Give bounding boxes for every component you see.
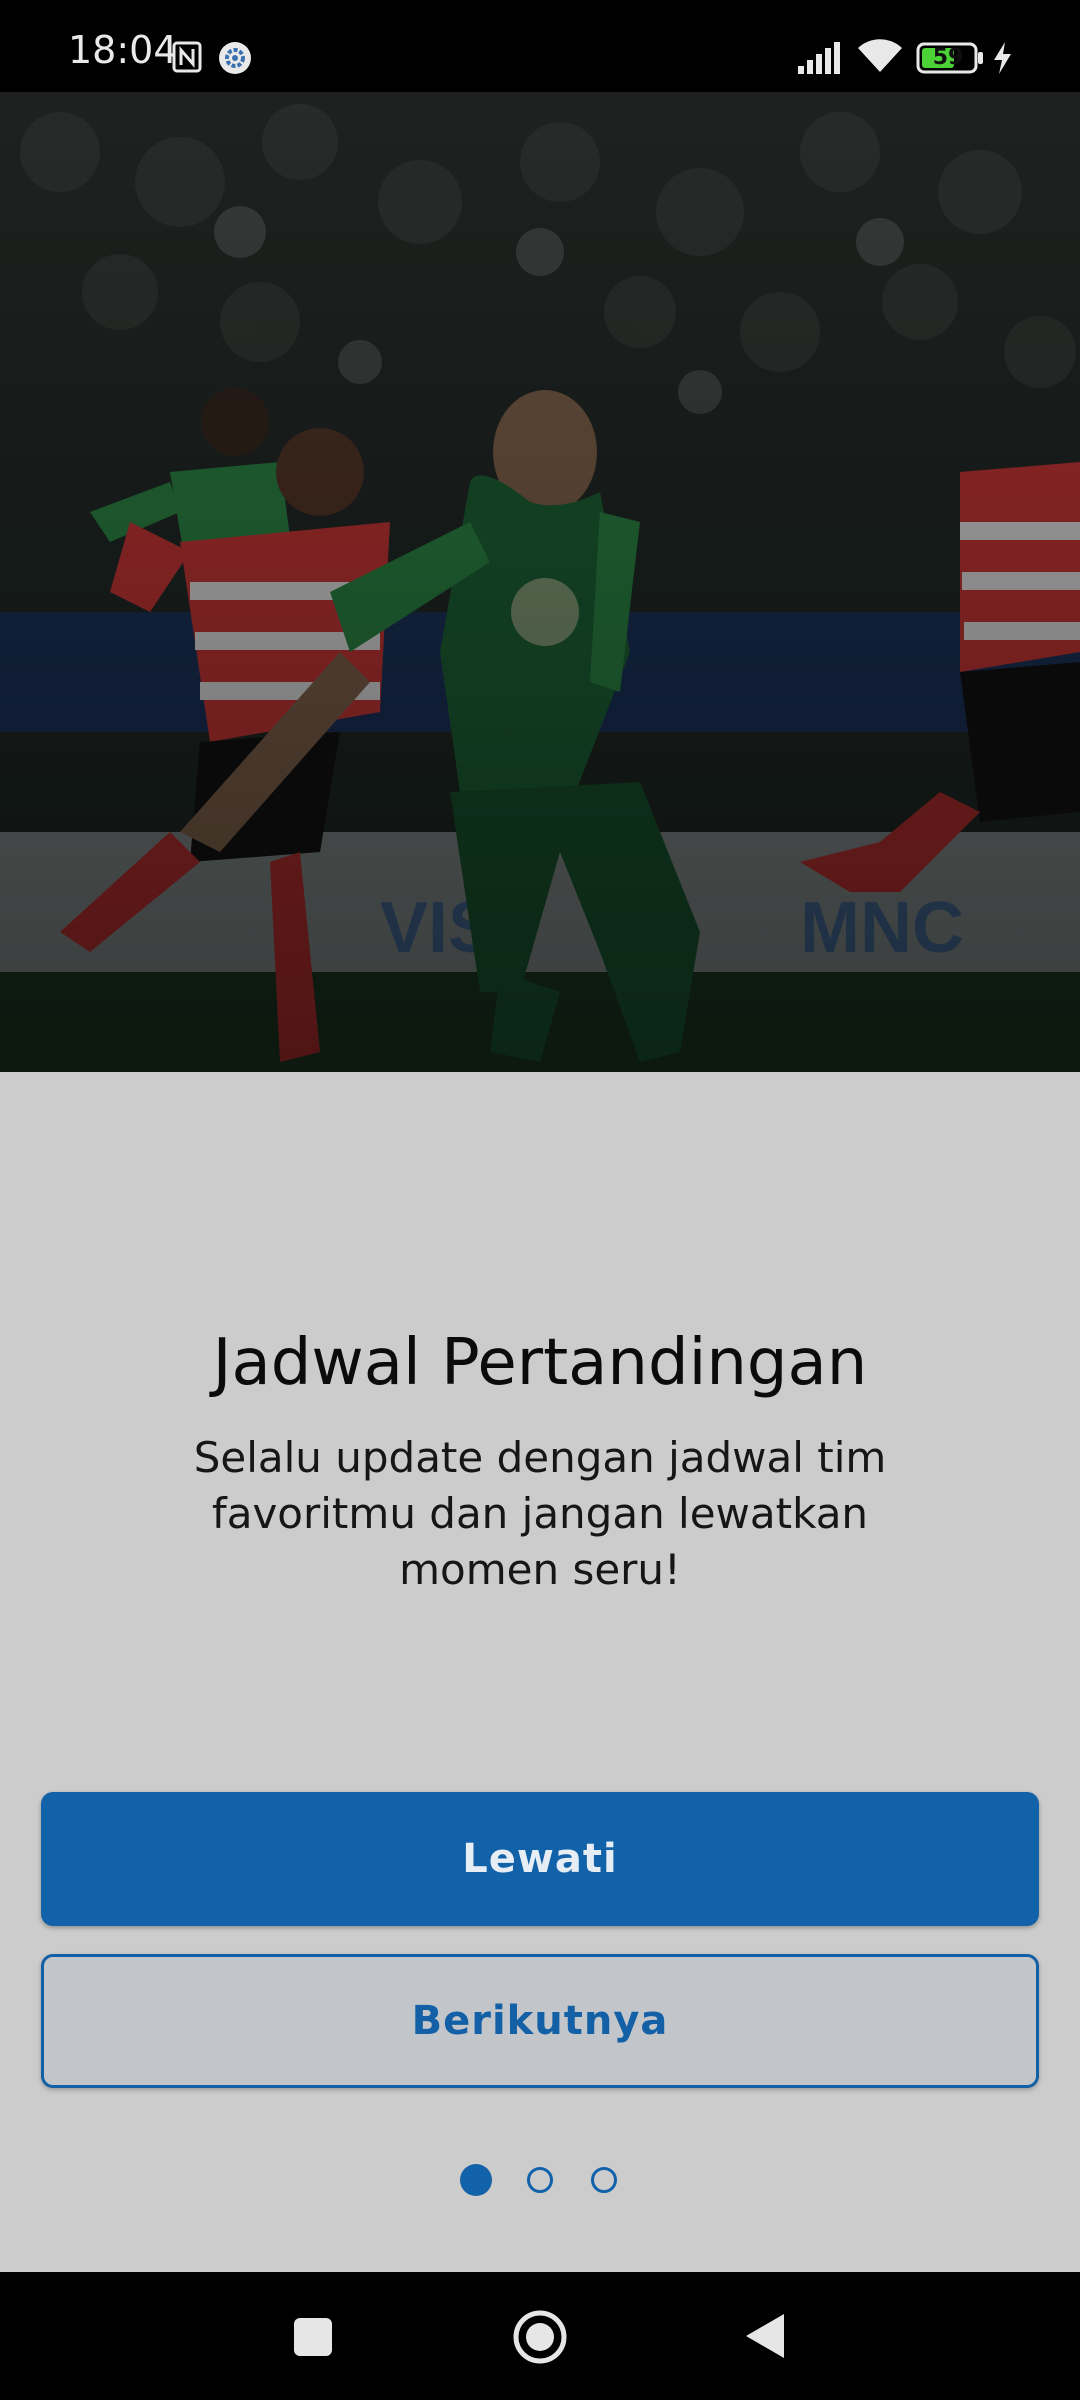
wifi-icon [858, 39, 902, 72]
navigation-bar [0, 2272, 1080, 2400]
page-dot-3[interactable] [591, 2167, 617, 2193]
page-indicator [0, 2160, 1080, 2200]
skip-button[interactable]: Lewati [41, 1792, 1039, 1926]
onboarding-title: Jadwal Pertandingan [212, 1325, 868, 1400]
signal-icon [798, 42, 840, 74]
page-dot-2[interactable] [527, 2167, 553, 2193]
gear-app-icon [219, 42, 251, 74]
page-dot-1-active[interactable] [460, 2164, 492, 2196]
hero-shade [0, 92, 1080, 1072]
charging-icon [994, 42, 1011, 74]
back-icon[interactable] [744, 2312, 786, 2360]
status-time: 18:04 [68, 28, 178, 72]
home-icon[interactable] [513, 2310, 567, 2364]
battery-level: 59 [932, 45, 964, 70]
onboarding-subtitle: Selalu update dengan jadwal tim favoritm… [193, 1433, 887, 1594]
hero-photo: VISI MNC [0, 92, 1080, 1072]
nfc-icon [172, 41, 202, 73]
recents-icon[interactable] [292, 2316, 334, 2358]
status-bar: 18:04 59 [0, 0, 1080, 92]
next-button[interactable]: Berikutnya [41, 1954, 1039, 2088]
